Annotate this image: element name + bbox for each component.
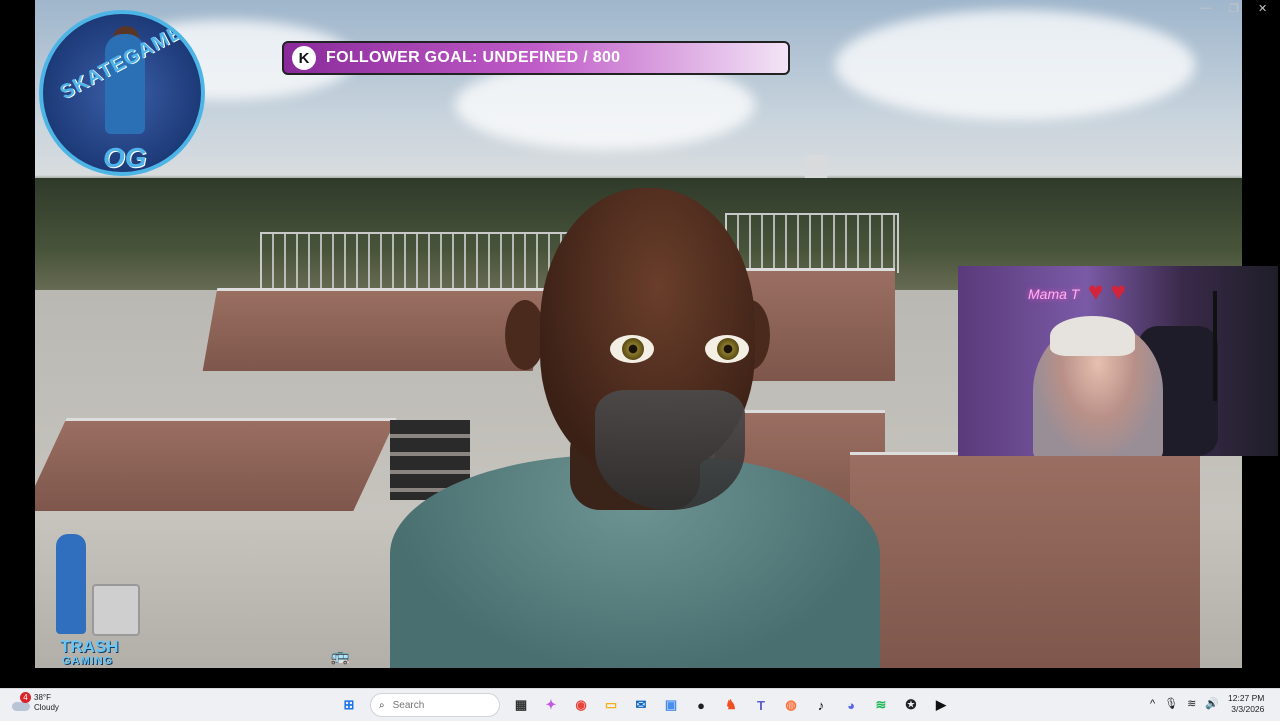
firefox-icon[interactable]: ◍ (778, 692, 804, 718)
follower-goal-bar: K FOLLOWER GOAL: UNDEFINED / 800 (282, 41, 790, 75)
close-button[interactable]: ✕ (1258, 2, 1267, 15)
brave-icon[interactable]: ♞ (718, 692, 744, 718)
chrome-icon[interactable]: ◉ (568, 692, 594, 718)
clock[interactable]: 12:27 PM 3/3/2026 (1228, 693, 1264, 715)
avatar-eye (705, 335, 749, 363)
teams-icon[interactable]: T (748, 692, 774, 718)
kick-logo-icon: K (292, 46, 316, 70)
fence (725, 213, 899, 273)
cloud-icon: 4 (12, 692, 31, 712)
volume-icon[interactable]: 🔊 (1205, 697, 1219, 710)
restore-button[interactable]: ❐ (1229, 2, 1239, 15)
avatar-eye (610, 335, 654, 363)
trash-person-icon (56, 534, 86, 634)
neon-sign: Mama T (1028, 286, 1080, 302)
cloud (835, 10, 1195, 120)
trash-gaming-line2: GAMING (62, 655, 114, 667)
taskbar: 4 38°F Cloudy ⊞⌕▦✦◉▭✉▣●♞T◍♪◕≋✪▶ ^ 🎙 ≋ 🔊 … (0, 688, 1280, 721)
taskbar-apps: ⊞ ⌕ ▦✦◉▭✉▣●♞T◍♪◕≋✪▶ (334, 692, 956, 718)
start-icon[interactable]: ⊞ (336, 692, 362, 718)
clock-time: 12:27 PM (1228, 693, 1265, 703)
webcam-overlay: Mama T ♥ ♥ (958, 266, 1278, 456)
weather-widget[interactable]: 4 38°F Cloudy (12, 692, 59, 713)
microphone-icon[interactable]: 🎙 (1164, 697, 1178, 710)
streamer-hair (1050, 316, 1135, 356)
notification-badge: 4 (20, 692, 31, 703)
search-icon: ⌕ (379, 699, 385, 711)
skategamer-logo: SKATEGAMER OG (39, 10, 205, 176)
bank-ramp (850, 452, 1200, 668)
copilot-icon[interactable]: ✦ (538, 692, 564, 718)
trash-can-icon (92, 584, 140, 636)
file-explorer-icon[interactable]: ▭ (598, 692, 624, 718)
discord-icon[interactable]: ◕ (838, 692, 864, 718)
fence (260, 232, 569, 292)
outlook-icon[interactable]: ✉ (628, 692, 654, 718)
trash-gaming-logo: TRASH GAMING (52, 534, 160, 668)
clock-date: 3/3/2026 (1231, 704, 1265, 714)
taskbar-search-box[interactable]: ⌕ (370, 693, 500, 717)
minimize-button[interactable]: — (1200, 2, 1211, 14)
follower-goal-text: FOLLOWER GOAL: UNDEFINED / 800 (326, 49, 621, 66)
tray-chevron-icon[interactable]: ^ (1150, 698, 1155, 710)
bus-icon: 🚌 (330, 648, 350, 665)
media-player-icon[interactable]: ▶ (928, 692, 954, 718)
app-dark-icon[interactable]: ● (688, 692, 714, 718)
weather-temp: 38°F (34, 693, 51, 702)
funbox-ramp (35, 418, 397, 511)
task-view-icon[interactable]: ▦ (508, 692, 534, 718)
tiktok-icon[interactable]: ♪ (808, 692, 834, 718)
game-app-icon[interactable]: ✪ (898, 692, 924, 718)
tripod (1213, 291, 1217, 401)
spotify-icon[interactable]: ≋ (868, 692, 894, 718)
quarter-pipe (202, 288, 548, 371)
wifi-icon[interactable]: ≋ (1187, 697, 1196, 710)
search-input[interactable] (390, 698, 465, 712)
logo-subtitle: OG (103, 142, 147, 173)
weather-condition: Cloudy (34, 703, 59, 712)
trash-gaming-line1: TRASH (60, 637, 119, 656)
system-tray: ^ 🎙 ≋ 🔊 (1150, 697, 1228, 711)
phone-link-icon[interactable]: ▣ (658, 692, 684, 718)
avatar-beard (595, 390, 745, 510)
avatar-ear (505, 300, 545, 370)
